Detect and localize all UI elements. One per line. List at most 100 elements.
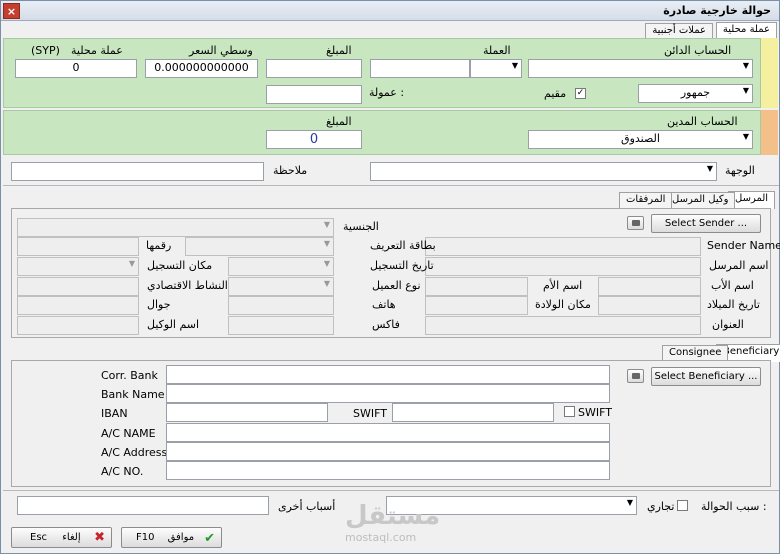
tab-attachments[interactable]: المرفقات <box>619 192 673 209</box>
mother-name-field[interactable] <box>425 277 528 296</box>
reg-date-label: تاريخ التسجيل <box>370 259 434 272</box>
sender-arabic-name-field[interactable] <box>425 257 701 276</box>
address-field[interactable] <box>425 316 701 335</box>
tab-sender-agent[interactable]: وكيل المرسل <box>665 192 736 209</box>
note-field[interactable] <box>11 162 264 181</box>
swift-checkbox-label: SWIFT <box>578 406 612 419</box>
check-icon: ✔ <box>204 531 215 546</box>
phone-field[interactable] <box>228 296 334 315</box>
mobile-label: جوال <box>147 298 171 311</box>
chevron-down-icon: ▼ <box>128 259 135 268</box>
avg-price-field[interactable]: 0.000000000000 <box>145 59 258 78</box>
destination-combo[interactable]: ▼ <box>370 162 717 181</box>
local-currency-label: عملة محلية <box>71 44 123 57</box>
cancel-key: Esc <box>30 532 48 543</box>
chevron-down-icon: ▼ <box>323 220 330 229</box>
fax-label: فاكس <box>372 318 400 331</box>
destination-label: الوجهة <box>725 164 755 177</box>
swift-checkbox[interactable] <box>564 406 575 417</box>
fax-field[interactable] <box>228 316 334 335</box>
other-reasons-field[interactable] <box>17 496 269 515</box>
id-number-label: رقمها <box>146 239 172 252</box>
sender-name-field[interactable] <box>425 237 701 256</box>
public-value: جمهور <box>680 86 711 99</box>
sender-name-label: Sender Name <box>707 239 780 252</box>
note-label: ملاحظة <box>273 164 308 177</box>
birth-place-label: مكان الولادة <box>535 298 591 311</box>
bank-name-label: Bank Name <box>101 388 165 401</box>
currency-combo[interactable]: ▼ <box>470 59 522 78</box>
chevron-down-icon: ▼ <box>626 498 633 507</box>
mother-name-label: اسم الأم <box>543 279 583 292</box>
window-title: حوالة خارجية صادرة <box>663 4 771 17</box>
debit-account-value: الصندوق <box>621 132 660 145</box>
resident-label: مقيم <box>544 87 567 100</box>
local-currency-unit: (SYP) <box>31 44 60 57</box>
chevron-down-icon: ▼ <box>323 279 330 288</box>
birth-date-field[interactable] <box>598 296 701 315</box>
reg-place-combo[interactable]: ▼ <box>17 257 139 276</box>
ac-name-label: A/C NAME <box>101 427 156 440</box>
birth-date-label: تاريخ الميلاد <box>707 298 760 311</box>
chevron-down-icon: ▼ <box>742 132 749 141</box>
ac-address-field[interactable] <box>166 442 610 461</box>
iban-label: IBAN <box>101 407 128 420</box>
ac-no-label: A/C NO. <box>101 465 144 478</box>
resident-checkbox[interactable]: ✓ <box>575 88 586 99</box>
nationality-label: الجنسية <box>343 220 379 233</box>
ac-no-field[interactable] <box>166 461 610 480</box>
commission-field[interactable] <box>266 85 362 104</box>
chevron-down-icon: ▼ <box>742 86 749 95</box>
credit-account-combo[interactable]: ▼ <box>528 59 753 78</box>
chevron-down-icon: ▼ <box>742 61 749 70</box>
select-beneficiary-button[interactable]: Select Beneficiary ... <box>651 367 761 386</box>
select-sender-button[interactable]: Select Sender ... <box>651 214 761 233</box>
reg-date-combo[interactable]: ▼ <box>228 257 334 276</box>
chevron-down-icon: ▼ <box>511 61 518 70</box>
debit-amount-field[interactable]: 0 <box>266 130 362 149</box>
avg-price-label: وسطي السعر <box>189 44 253 57</box>
credit-account-label: الحساب الدائن <box>664 44 732 57</box>
sender-lookup-button[interactable] <box>627 216 644 230</box>
beneficiary-lookup-button[interactable] <box>627 369 644 383</box>
mobile-field[interactable] <box>17 296 139 315</box>
debit-stripe <box>761 110 778 155</box>
id-card-combo[interactable]: ▼ <box>185 237 334 256</box>
iban-field[interactable] <box>166 403 328 422</box>
ok-label: موافق <box>167 532 195 543</box>
card-icon <box>632 373 640 379</box>
nationality-combo[interactable]: ▼ <box>17 218 334 237</box>
public-combo[interactable]: جمهور ▼ <box>638 84 753 103</box>
address-label: العنوان <box>712 318 744 331</box>
watermark-url: mostaql.com <box>345 531 417 544</box>
local-value-field[interactable]: 0 <box>15 59 137 78</box>
agent-name-field[interactable] <box>17 316 139 335</box>
amount-field[interactable] <box>266 59 362 78</box>
cancel-button[interactable]: Esc إلغاء ✖ <box>11 527 112 548</box>
father-name-label: اسم الأب <box>711 279 754 292</box>
ac-name-field[interactable] <box>166 423 610 442</box>
economic-activity-field[interactable] <box>17 277 139 296</box>
corr-bank-field[interactable] <box>166 365 610 384</box>
bank-name-field[interactable] <box>166 384 610 403</box>
swift-field[interactable] <box>392 403 554 422</box>
commercial-checkbox[interactable] <box>677 500 688 511</box>
chevron-down-icon: ▼ <box>323 239 330 248</box>
close-button[interactable]: × <box>3 3 20 19</box>
debit-account-label: الحساب المدين <box>667 115 738 128</box>
currency-code-field[interactable] <box>370 59 470 78</box>
x-icon: ✖ <box>94 530 105 545</box>
separator <box>3 490 779 491</box>
debit-account-combo[interactable]: الصندوق ▼ <box>528 130 753 149</box>
father-name-field[interactable] <box>598 277 701 296</box>
client-type-combo[interactable]: ▼ <box>228 277 334 296</box>
swift-label: SWIFT <box>353 407 387 420</box>
id-number-field[interactable] <box>17 237 139 256</box>
birth-place-field[interactable] <box>425 296 528 315</box>
ok-button[interactable]: F10 موافق ✔ <box>121 527 222 548</box>
separator <box>3 185 779 186</box>
currency-label: العملة <box>483 44 511 57</box>
sender-arabic-name-label: اسم المرسل <box>709 259 769 272</box>
ac-address-label: A/C Address <box>101 446 168 459</box>
watermark-logo: مستقل <box>345 501 441 531</box>
